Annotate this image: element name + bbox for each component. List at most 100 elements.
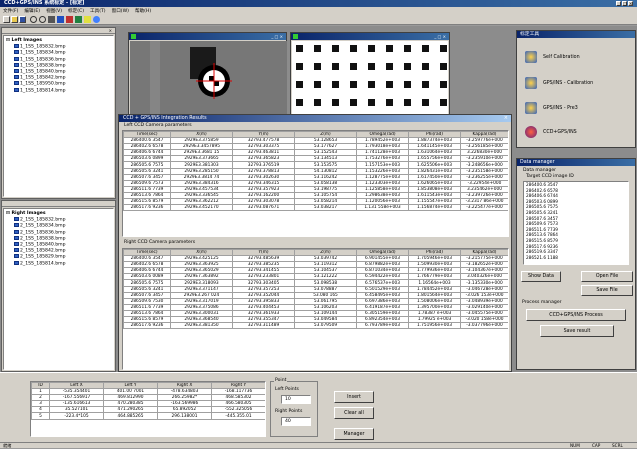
manager-button[interactable]: Manager (334, 428, 374, 440)
menu-edit[interactable]: 编辑(E) (24, 8, 40, 14)
save-file-button[interactable]: Save File (581, 285, 633, 296)
close-button[interactable]: × (628, 1, 633, 6)
status-scrl: SCRL (612, 443, 623, 448)
toolbar (0, 15, 637, 25)
results-dialog-titlebar: CCD + GPS/INS Integration Results × (119, 115, 511, 122)
bitmap-icon (14, 229, 19, 234)
table-cell: -3.104367e+000 (460, 267, 508, 275)
results-dialog: CCD + GPS/INS Integration Results × Left… (118, 114, 512, 372)
status-num: NUM (570, 443, 580, 448)
data-manager-label: Data manager (523, 168, 557, 173)
pan-icon[interactable] (48, 16, 55, 23)
table-cell: -3.215775e+000 (460, 255, 508, 263)
toolbox-title: 标定工具 (520, 32, 540, 37)
zoom-in-icon[interactable] (30, 16, 37, 23)
right-points-label: Right Points (275, 409, 303, 414)
table-cell: -3.2317 86e+000 (460, 198, 508, 206)
bitmap-icon (14, 223, 19, 228)
window-controls-icon[interactable]: _ □ × (434, 33, 446, 40)
menu-file[interactable]: 文件(F) (3, 8, 18, 14)
close-icon[interactable]: × (504, 115, 508, 122)
open-file-button[interactable]: Open File (581, 271, 633, 282)
table-row[interactable]: 286517.6 9236 2929E3.452170 32793.087671 53… (123, 204, 508, 212)
table-cell: -3.046728e+000 (460, 285, 508, 293)
window-icon (293, 34, 298, 39)
target-id-label: Target CCD image ID (526, 174, 574, 179)
left-params-table: Time(sec) X(m) Y(m) Z(m) Omega(rad) Phi(rad) K… (123, 131, 508, 212)
window-icon[interactable] (75, 16, 82, 23)
table-cell: 1.131 558e+003 (356, 204, 409, 212)
right-params-table-wrap: Time(sec) X(m) Y(m) Z(m) Omega(rad) Phi(rad) K… (122, 248, 509, 370)
table-cell: 3.040326e+000 (460, 273, 508, 281)
bitmap-icon (14, 260, 19, 265)
point-panel: ID Left X Left Y Right X Right Y 1 -535.35440… (0, 372, 637, 442)
table-cell: -3.026 153e+000 (460, 291, 508, 299)
toolbox-titlebar: 标定工具 (517, 31, 635, 38)
table-cell: 464.885265 (103, 412, 158, 420)
table-cell: 32793.311489 (232, 322, 295, 330)
calib-icon[interactable] (84, 16, 91, 23)
new-icon[interactable] (3, 16, 10, 23)
ccd-gps-ins-button[interactable]: CCD+GPS/INS (525, 125, 633, 139)
menu-window[interactable]: 窗口(W) (112, 8, 129, 14)
process-button[interactable]: CCD+GPS/INS Process (526, 309, 626, 321)
point-icon[interactable] (66, 16, 73, 23)
grid-image (292, 41, 448, 116)
self-calibration-button[interactable]: Self Calibration (525, 50, 633, 64)
window-controls-icon[interactable]: _ □ × (271, 33, 283, 40)
window-icon (131, 34, 136, 39)
left-params-label: Left CCD Camera parameters (124, 123, 192, 128)
table-cell: -3.236255e+000 (460, 173, 508, 181)
table-cell: -3.135330e+000 (460, 279, 508, 287)
image-id-list[interactable]: 286400.6 3547 286402.6 6578 286406.6 6744 2… (523, 181, 629, 265)
list-item[interactable]: 2_1SS_185814.bmp (6, 260, 111, 267)
table-row[interactable]: 286517.6 9236 2929E3.381350 32793.311489 53… (123, 322, 508, 330)
target-svg (130, 41, 287, 118)
show-data-button[interactable]: Show Data (521, 271, 561, 282)
table-cell: 286517.6 9236 (123, 322, 171, 330)
table-cell: -3.037796e+000 (460, 322, 508, 330)
left-images-tree: ⊟ Left Images 1_1SS_185832.bmp 1_1SS_185… (3, 35, 114, 197)
insert-button[interactable]: Insert (334, 391, 374, 403)
menu-calibrate[interactable]: 标定(C) (68, 8, 84, 14)
open-icon[interactable] (11, 16, 18, 23)
target-image (130, 41, 287, 118)
left-points-label: Left Points (275, 387, 299, 392)
bitmap-icon (14, 62, 19, 67)
menu-bar: 文件(F) 编辑(E) 视图(V) 标定(C) 工具(T) 窗口(W) 帮助(H… (0, 7, 637, 15)
save-result-button[interactable]: Save result (540, 325, 614, 337)
list-item[interactable]: 286521.6 1188 (526, 255, 628, 261)
save-icon[interactable] (19, 16, 26, 23)
right-points-field[interactable]: 40 (281, 417, 311, 426)
left-images-header: × (2, 28, 115, 34)
table-cell: -3.256185e+000 (460, 143, 508, 151)
gps-ins-calibration-button[interactable]: GPS/INS - Calibration (525, 76, 633, 90)
zoom-out-icon[interactable] (39, 16, 46, 23)
bitmap-icon (14, 50, 19, 55)
table-cell: -3.235158e+000 (460, 167, 508, 175)
table-cell: 5 (31, 412, 50, 420)
left-params-table-wrap: Time(sec) X(m) Y(m) Z(m) Omega(rad) Phi(rad) K… (122, 130, 509, 237)
menu-help[interactable]: 帮助(H) (135, 8, 151, 14)
process-manager-label: Process manager (522, 300, 562, 305)
app-title: CCD+GPS/INS 系统标定 - [标定] (4, 0, 85, 6)
menu-tools[interactable]: 工具(T) (90, 8, 106, 14)
image-window-grid: _ □ × (290, 32, 450, 118)
minimize-button[interactable]: _ (616, 1, 621, 6)
table-cell: -3.248656e+000 (460, 161, 508, 169)
app-titlebar: CCD+GPS/INS 系统标定 - [标定] (0, 0, 637, 7)
grid-icon[interactable] (57, 16, 64, 23)
window-controls: _ □ × (616, 0, 636, 7)
table-row[interactable]: 5 -223.4*105 464.885265 296.138001 -445.355.… (31, 412, 265, 420)
clear-all-button[interactable]: Clear all (334, 407, 374, 419)
left-points-field[interactable]: 10 (281, 395, 311, 404)
help-icon[interactable] (93, 16, 100, 23)
points-table-wrap: ID Left X Left Y Right X Right Y 1 -535.35440… (30, 381, 266, 437)
left-images-panel: × ⊟ Left Images 1_1SS_185832.bmp 1_1SS_1… (1, 27, 116, 199)
list-item[interactable]: 1_1SS_185814.bmp (6, 87, 111, 94)
toolbox-panel: 标定工具 Self Calibration GPS/INS - Calibrat… (516, 30, 636, 148)
panel-close-icon[interactable]: × (109, 28, 112, 33)
maximize-button[interactable]: □ (622, 1, 627, 6)
menu-view[interactable]: 视图(V) (46, 8, 62, 14)
gps-ins-pre-button[interactable]: GPS/INS - Pre3 (525, 101, 633, 115)
